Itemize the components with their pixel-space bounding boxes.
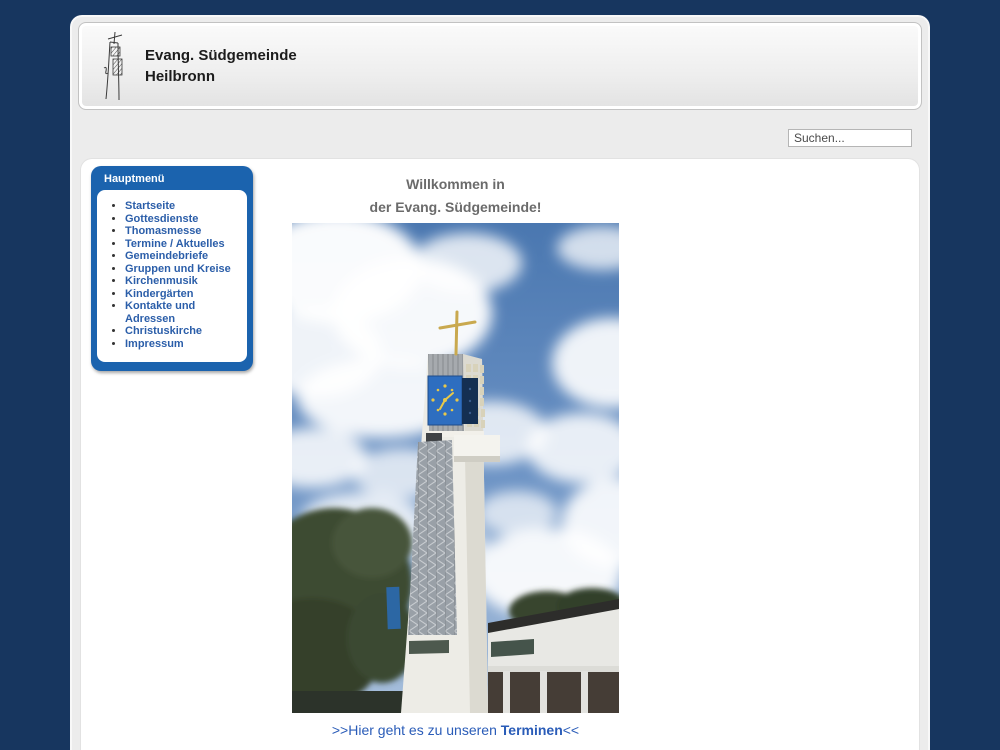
main-menu-list: StartseiteGottesdiensteThomasmesseTermin… [103,200,241,350]
termine-link-suffix: << [563,722,579,738]
termine-link-prefix: >>Hier geht es zu unseren [332,722,501,738]
menu-item: Gemeindebriefe [125,250,241,263]
menu-item: Kirchenmusik [125,275,241,288]
search-bar [788,129,912,159]
church-tower-sketch-icon [95,30,137,102]
menu-link[interactable]: Kirchenmusik [125,275,198,287]
menu-link[interactable]: Startseite [125,200,175,212]
menu-item: Impressum [125,338,241,351]
site-title-line2: Heilbronn [145,66,297,87]
site-title: Evang. Südgemeinde Heilbronn [145,45,297,87]
menu-link[interactable]: Kontakte und Adressen [125,300,195,325]
search-input[interactable] [788,129,912,147]
menu-link[interactable]: Thomasmesse [125,225,201,237]
termine-link-row: >>Hier geht es zu unseren Terminen<< [292,722,619,738]
menu-link[interactable]: Christuskirche [125,325,202,337]
main-menu: Hauptmenü StartseiteGottesdiensteThomasm… [91,166,253,371]
menu-item: Christuskirche [125,325,241,338]
termine-link[interactable]: >>Hier geht es zu unseren Terminen<< [332,722,579,738]
site-header: Evang. Südgemeinde Heilbronn [78,22,922,110]
site-title-line1: Evang. Südgemeinde [145,45,297,66]
menu-item: Startseite [125,200,241,213]
menu-link[interactable]: Gemeindebriefe [125,250,208,262]
termine-link-bold: Terminen [501,722,563,738]
menu-link[interactable]: Gottesdienste [125,213,198,225]
menu-item: Kindergärten [125,288,241,301]
menu-item: Gottesdienste [125,213,241,226]
site-wrapper: Evang. Südgemeinde Heilbronn Hauptmenü S… [70,15,930,750]
main-menu-title: Hauptmenü [97,171,247,190]
menu-link[interactable]: Impressum [125,338,184,350]
menu-item: Termine / Aktuelles [125,238,241,251]
welcome-heading-line1: Willkommen in [292,176,619,192]
menu-link[interactable]: Gruppen und Kreise [125,263,231,275]
content-area: Hauptmenü StartseiteGottesdiensteThomasm… [80,158,920,750]
menu-link[interactable]: Kindergärten [125,288,193,300]
menu-link[interactable]: Termine / Aktuelles [125,238,225,250]
welcome-heading-line2: der Evang. Südgemeinde! [292,199,619,215]
main-menu-inner: StartseiteGottesdiensteThomasmesseTermin… [97,190,247,362]
menu-item: Kontakte und Adressen [125,300,241,325]
menu-item: Gruppen und Kreise [125,263,241,276]
menu-item: Thomasmesse [125,225,241,238]
church-tower-photo [292,223,619,713]
main-column: Willkommen in der Evang. Südgemeinde! [292,159,619,738]
